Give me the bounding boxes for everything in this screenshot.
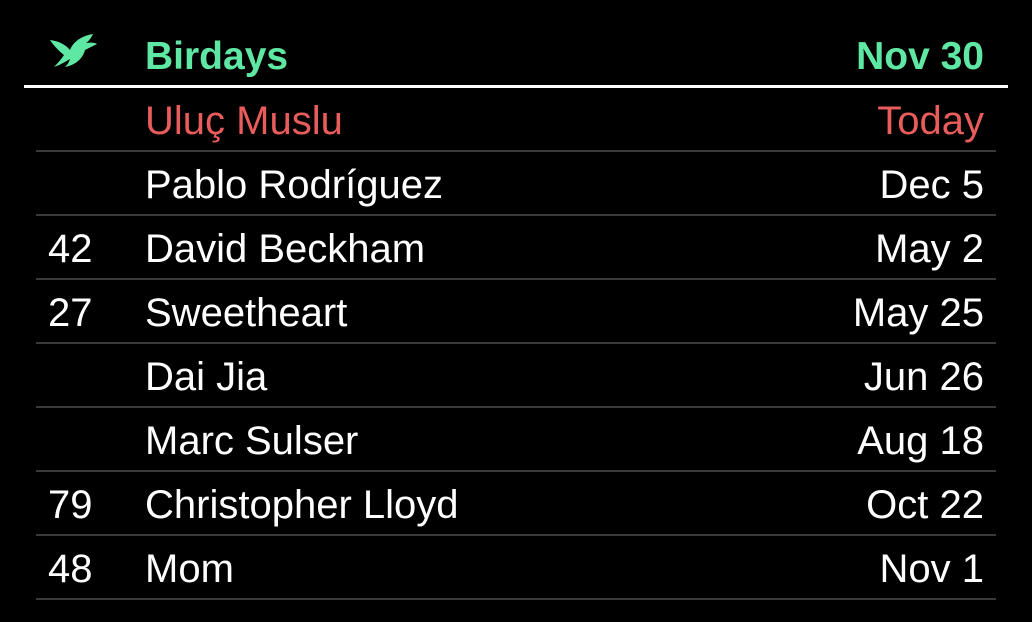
person-name: Dai Jia	[145, 355, 268, 399]
app-title: Birdays	[145, 35, 289, 78]
age: 42	[48, 227, 93, 271]
birthday-date: Nov 1	[879, 547, 985, 591]
birthday-row[interactable]: Marc Sulser Aug 18	[0, 408, 1032, 472]
birthday-date: Today	[877, 99, 984, 143]
row-divider	[36, 598, 996, 600]
person-name: Pablo Rodríguez	[145, 163, 443, 207]
bird-icon	[48, 32, 98, 74]
age: 48	[48, 547, 93, 591]
birthday-date: Aug 18	[857, 419, 984, 463]
person-name: Mom	[145, 547, 234, 591]
person-name: Marc Sulser	[145, 419, 359, 463]
age: 27	[48, 291, 93, 335]
age: 79	[48, 483, 93, 527]
birthday-row[interactable]: 42 David Beckham May 2	[0, 216, 1032, 280]
birthday-list: Uluç Muslu Today Pablo Rodríguez Dec 5 4…	[0, 88, 1032, 600]
birthday-row[interactable]: Uluç Muslu Today	[0, 88, 1032, 152]
person-name: Christopher Lloyd	[145, 483, 459, 527]
birthday-date: Dec 5	[879, 163, 985, 207]
birthday-date: Oct 22	[866, 483, 984, 527]
birthday-row[interactable]: Pablo Rodríguez Dec 5	[0, 152, 1032, 216]
person-name: David Beckham	[145, 227, 426, 271]
birthday-row[interactable]: Dai Jia Jun 26	[0, 344, 1032, 408]
birthday-date: May 2	[875, 227, 984, 271]
header: Birdays Nov 30	[0, 0, 1032, 86]
birthday-row[interactable]: 79 Christopher Lloyd Oct 22	[0, 472, 1032, 536]
birthday-date: Jun 26	[863, 355, 984, 399]
person-name: Uluç Muslu	[145, 99, 343, 143]
birthday-row[interactable]: 48 Mom Nov 1	[0, 536, 1032, 600]
birthday-date: May 25	[852, 291, 984, 335]
current-date: Nov 30	[856, 35, 984, 78]
person-name: Sweetheart	[145, 291, 348, 335]
birthday-row[interactable]: 27 Sweetheart May 25	[0, 280, 1032, 344]
